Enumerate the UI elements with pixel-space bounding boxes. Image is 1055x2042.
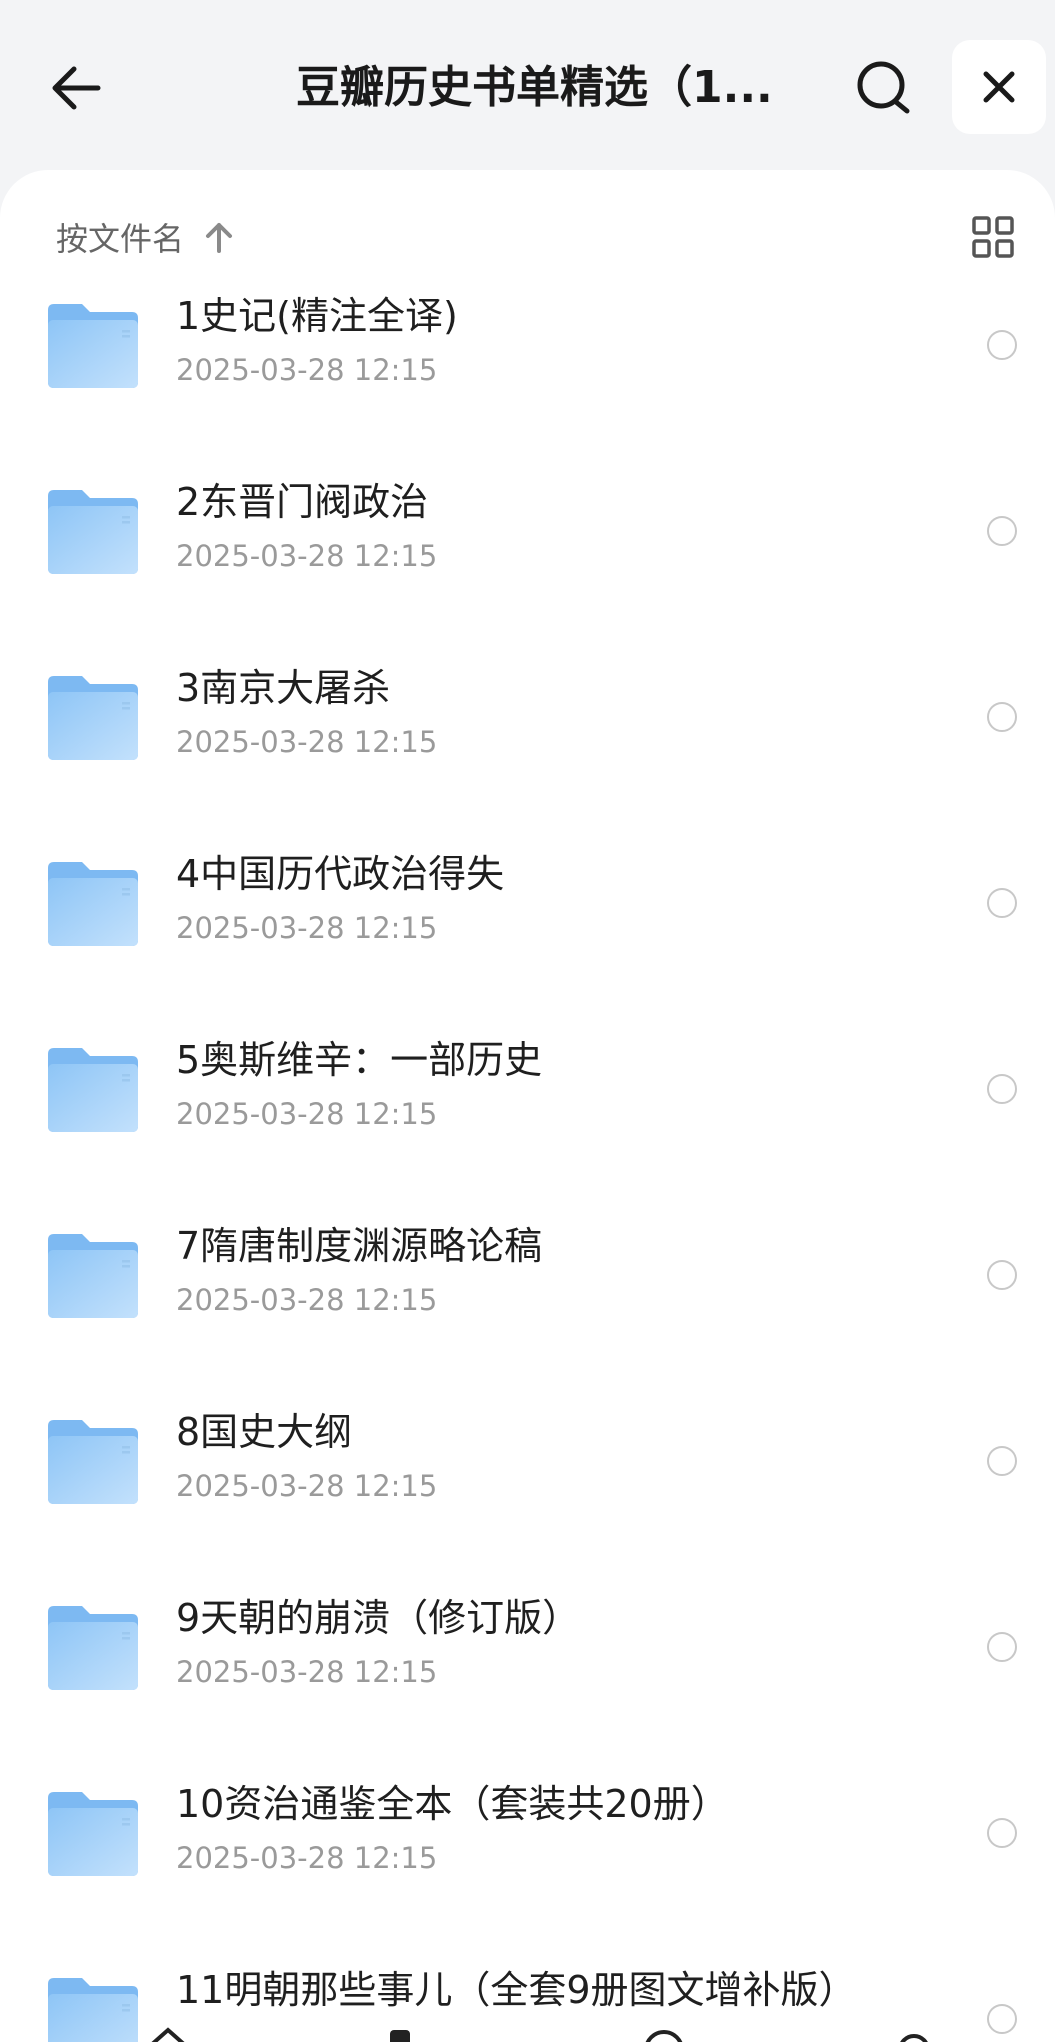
file-list-item[interactable]: 2东晋门阀政治 2025-03-28 12:15 [0,452,1055,638]
file-name: 7隋唐制度渊源略论稿 [176,1224,543,1268]
grid-view-icon [972,216,1014,258]
file-date: 2025-03-28 12:15 [176,353,438,387]
file-list-item[interactable]: 3南京大屠杀 2025-03-28 12:15 [0,638,1055,824]
page-title: 豆瓣历史书单精选（1... [296,62,773,113]
arrow-left-icon [52,66,101,110]
file-list-item[interactable]: 8国史大纲 2025-03-28 12:15 [0,1382,1055,1568]
file-list-item[interactable]: 9天朝的崩溃（修订版） 2025-03-28 12:15 [0,1568,1055,1754]
file-name: 1史记(精注全译) [176,294,458,338]
file-name: 4中国历代政治得失 [176,852,505,896]
file-list-item[interactable]: 1史记(精注全译) 2025-03-28 12:15 [0,266,1055,452]
close-icon [983,71,1015,103]
folder-icon [48,1792,138,1876]
profile-icon[interactable] [892,2024,936,2042]
file-icon[interactable] [378,2024,422,2042]
header: 豆瓣历史书单精选（1... [0,0,1055,175]
folder-icon [48,1606,138,1690]
file-list-item[interactable]: 7隋唐制度渊源略论稿 2025-03-28 12:15 [0,1196,1055,1382]
file-name: 3南京大屠杀 [176,666,391,710]
file-browser-screen: 豆瓣历史书单精选（1... 按文件名 1史记(精注全译) 2025-03-28 … [0,0,1055,2042]
file-date: 2025-03-28 12:15 [176,911,438,945]
folder-icon [48,676,138,760]
folder-icon [48,1420,138,1504]
folder-icon [48,1048,138,1132]
select-checkbox[interactable] [987,1260,1017,1290]
folder-icon [48,1234,138,1318]
file-name: 5奥斯维辛：一部历史 [176,1038,543,1082]
file-date: 2025-03-28 12:15 [176,539,438,573]
file-list-sheet: 按文件名 1史记(精注全译) 2025-03-28 12:15 2东晋门阀政治 202… [0,170,1055,2042]
file-name: 2东晋门阀政治 [176,480,429,524]
select-checkbox[interactable] [987,1074,1017,1104]
home-icon[interactable] [146,2024,190,2042]
file-date: 2025-03-28 12:15 [176,1655,438,1689]
select-checkbox[interactable] [987,330,1017,360]
file-date: 2025-03-28 12:15 [176,725,438,759]
search-button[interactable] [848,52,920,124]
file-list-item[interactable]: 4中国历代政治得失 2025-03-28 12:15 [0,824,1055,1010]
close-button[interactable] [952,40,1046,134]
file-date: 2025-03-28 12:15 [176,1283,438,1317]
select-checkbox[interactable] [987,1446,1017,1476]
sort-control[interactable]: 按文件名 [56,212,236,262]
select-checkbox[interactable] [987,516,1017,546]
file-name: 11明朝那些事儿（全套9册图文增补版） [176,1968,857,2012]
file-name: 8国史大纲 [176,1410,353,1454]
search-icon [857,61,910,114]
file-name: 9天朝的崩溃（修订版） [176,1596,581,1640]
folder-icon [48,304,138,388]
select-checkbox[interactable] [987,1632,1017,1662]
arrow-up-icon [202,220,236,254]
bottom-nav-partial [0,2022,1055,2042]
circle-nav-icon[interactable] [642,2024,686,2042]
back-button[interactable] [40,52,112,124]
file-date: 2025-03-28 12:15 [176,1841,438,1875]
file-list-item[interactable]: 10资治通鉴全本（套装共20册） 2025-03-28 12:15 [0,1754,1055,1940]
file-date: 2025-03-28 12:15 [176,1097,438,1131]
select-checkbox[interactable] [987,1818,1017,1848]
file-name: 10资治通鉴全本（套装共20册） [176,1782,729,1826]
folder-icon [48,490,138,574]
file-date: 2025-03-28 12:15 [176,1469,438,1503]
grid-view-toggle[interactable] [968,212,1018,262]
sort-label: 按文件名 [56,220,185,258]
select-checkbox[interactable] [987,888,1017,918]
folder-icon [48,862,138,946]
select-checkbox[interactable] [987,702,1017,732]
file-list-item[interactable]: 5奥斯维辛：一部历史 2025-03-28 12:15 [0,1010,1055,1196]
